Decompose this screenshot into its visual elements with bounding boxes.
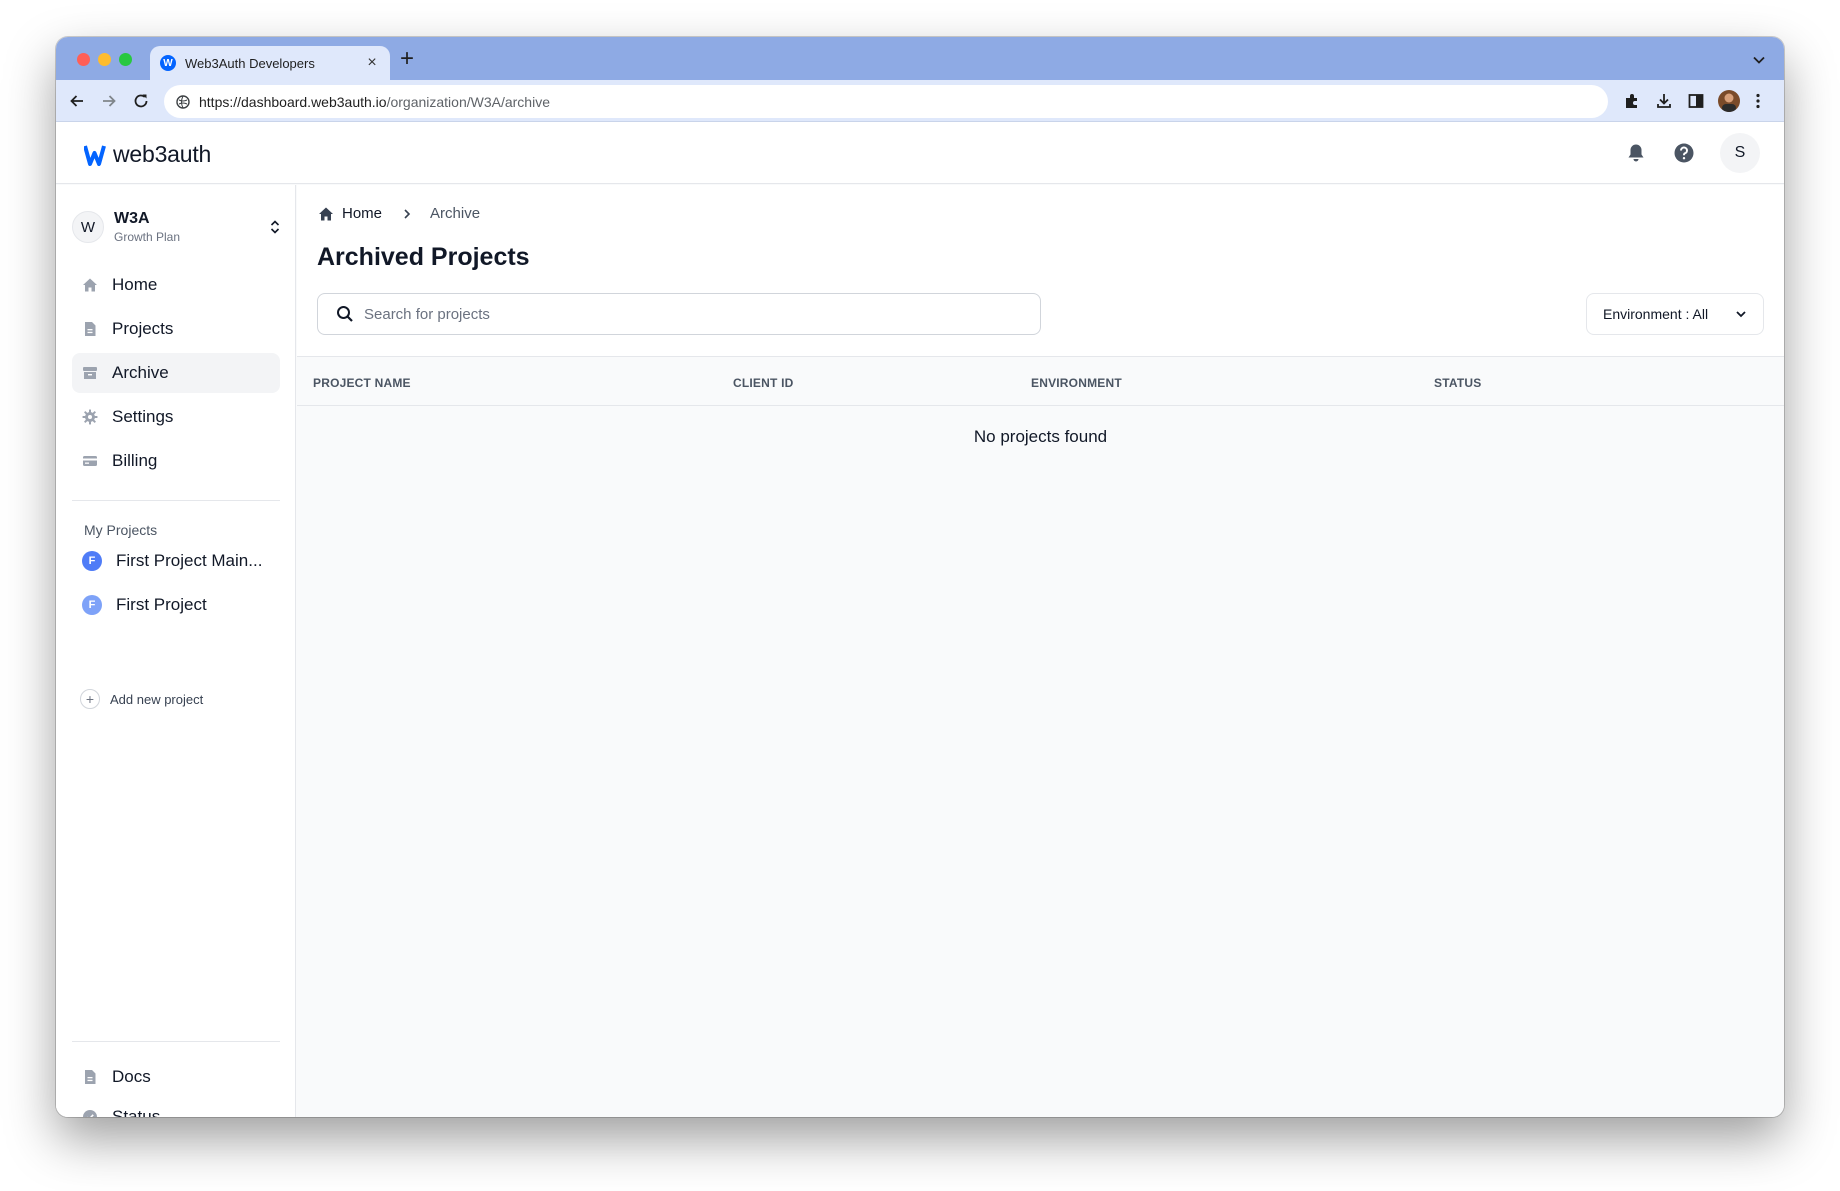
site-info-icon[interactable]	[176, 94, 190, 109]
sidebar-item-status[interactable]: Status	[72, 1099, 280, 1117]
help-icon[interactable]	[1673, 142, 1695, 164]
web3auth-logo[interactable]: web3auth	[84, 141, 211, 168]
document-icon	[85, 1070, 96, 1084]
side-panel-icon[interactable]	[1687, 92, 1705, 110]
projects-table-header: PROJECT NAME CLIENT ID ENVIRONMENT STATU…	[297, 358, 1784, 406]
sidebar-item-home[interactable]: Home	[72, 265, 280, 305]
zoom-window-button[interactable]	[119, 53, 132, 66]
environment-filter-label: Environment : All	[1603, 306, 1709, 322]
environment-filter-dropdown[interactable]: Environment : All	[1586, 293, 1764, 335]
org-name: W3A	[114, 210, 150, 227]
chevron-up-down-icon	[270, 220, 280, 234]
url-text: https://dashboard.web3auth.io/organizati…	[199, 94, 550, 110]
sidebar-item-label: Status	[112, 1107, 161, 1117]
breadcrumb-current: Archive	[430, 205, 481, 222]
extensions-puzzle-icon[interactable]	[1623, 92, 1641, 110]
web3auth-w-logo-icon	[84, 144, 106, 166]
logo-text: web3auth	[113, 141, 212, 167]
breadcrumb-home[interactable]: Home	[342, 205, 382, 222]
org-avatar: W	[72, 211, 104, 243]
browser-toolbar: https://dashboard.web3auth.io/organizati…	[56, 80, 1784, 122]
document-icon	[85, 322, 96, 336]
add-new-project-button[interactable]: + Add new project	[80, 689, 203, 709]
web3auth-favicon-icon: W	[160, 55, 176, 71]
url-path: /organization/W3A/archive	[386, 93, 550, 110]
projects-nav: F First Project Main... F First Project	[72, 541, 280, 629]
web3auth-dashboard: web3auth S W W3A Growth Plan Home Projec…	[56, 123, 1784, 1117]
project-label: First Project	[116, 595, 207, 614]
app-header: web3auth S	[56, 123, 1784, 184]
profile-avatar-icon[interactable]	[1718, 90, 1740, 112]
sidebar-project-first-project-main[interactable]: F First Project Main...	[72, 541, 280, 581]
address-bar[interactable]: https://dashboard.web3auth.io/organizati…	[164, 85, 1608, 118]
archive-icon	[83, 367, 97, 379]
browser-tab[interactable]: W Web3Auth Developers ×	[150, 46, 390, 80]
column-header-status: STATUS	[1434, 376, 1482, 390]
sidebar-item-projects[interactable]: Projects	[72, 309, 280, 349]
sidebar-item-label: Billing	[112, 451, 158, 470]
close-tab-icon[interactable]: ×	[364, 54, 380, 72]
main-content: Home Archive Archived Projects Environme…	[297, 185, 1784, 1117]
sidebar-item-billing[interactable]: Billing	[72, 441, 280, 481]
my-projects-title: My Projects	[84, 522, 158, 538]
search-icon	[337, 306, 353, 322]
user-avatar[interactable]: S	[1720, 133, 1760, 173]
sidebar-item-docs[interactable]: Docs	[72, 1059, 280, 1095]
tab-search-chevron-icon[interactable]	[1752, 53, 1766, 67]
column-header-project-name: PROJECT NAME	[313, 376, 411, 390]
sidebar-divider	[72, 500, 280, 501]
new-tab-icon[interactable]: +	[400, 47, 414, 71]
browser-menu-icon[interactable]	[1749, 92, 1767, 110]
sidebar-item-label: Docs	[112, 1067, 151, 1086]
project-label: First Project Main...	[116, 551, 263, 570]
organization-switcher[interactable]: W W3A Growth Plan	[72, 207, 282, 247]
primary-nav: Home Projects Archive Settings Billing	[72, 265, 280, 485]
window-controls	[77, 53, 132, 66]
page-header: Home Archive Archived Projects Environme…	[297, 185, 1784, 357]
download-icon[interactable]	[1655, 92, 1673, 110]
tab-strip: W Web3Auth Developers × +	[56, 37, 1784, 80]
plus-icon: +	[80, 689, 100, 709]
reload-icon[interactable]	[132, 92, 150, 110]
home-icon	[83, 278, 97, 292]
url-host: https://dashboard.web3auth.io	[199, 93, 387, 110]
chevron-right-icon	[404, 208, 411, 219]
add-project-label: Add new project	[110, 691, 204, 707]
page-title: Archived Projects	[317, 243, 530, 271]
sidebar-item-label: Projects	[112, 319, 174, 338]
search-box[interactable]	[317, 293, 1041, 335]
project-badge: F	[82, 595, 102, 615]
sidebar-item-label: Archive	[112, 363, 169, 382]
sidebar-project-first-project[interactable]: F First Project	[72, 585, 280, 625]
project-badge: F	[82, 551, 102, 571]
back-arrow-icon[interactable]	[68, 92, 86, 110]
empty-state-message: No projects found	[973, 427, 1108, 446]
forward-arrow-icon[interactable]	[100, 92, 118, 110]
column-header-environment: ENVIRONMENT	[1031, 376, 1122, 390]
column-header-client-id: CLIENT ID	[733, 376, 794, 390]
bell-icon[interactable]	[1625, 142, 1647, 164]
check-circle-icon	[83, 1110, 97, 1117]
gear-icon	[82, 409, 98, 425]
bottom-nav: Docs Status	[72, 1059, 280, 1117]
sidebar-item-archive[interactable]: Archive	[72, 353, 280, 393]
sidebar-bottom-divider	[72, 1041, 280, 1042]
credit-card-icon	[83, 456, 97, 466]
org-plan: Growth Plan	[114, 230, 181, 244]
org-info: W3A Growth Plan	[114, 210, 268, 244]
browser-window: W Web3Auth Developers × + https://dashbo…	[56, 37, 1784, 1117]
breadcrumb: Home Archive	[318, 205, 480, 222]
search-input[interactable]	[364, 305, 1040, 323]
close-window-button[interactable]	[77, 53, 90, 66]
minimize-window-button[interactable]	[98, 53, 111, 66]
sidebar-item-label: Settings	[112, 407, 174, 426]
chevron-down-icon	[1736, 311, 1746, 318]
tab-title: Web3Auth Developers	[185, 55, 315, 71]
sidebar: W W3A Growth Plan Home Projects Archive …	[56, 185, 296, 1117]
sidebar-item-label: Home	[112, 275, 158, 294]
sidebar-item-settings[interactable]: Settings	[72, 397, 280, 437]
home-icon[interactable]	[318, 206, 334, 222]
